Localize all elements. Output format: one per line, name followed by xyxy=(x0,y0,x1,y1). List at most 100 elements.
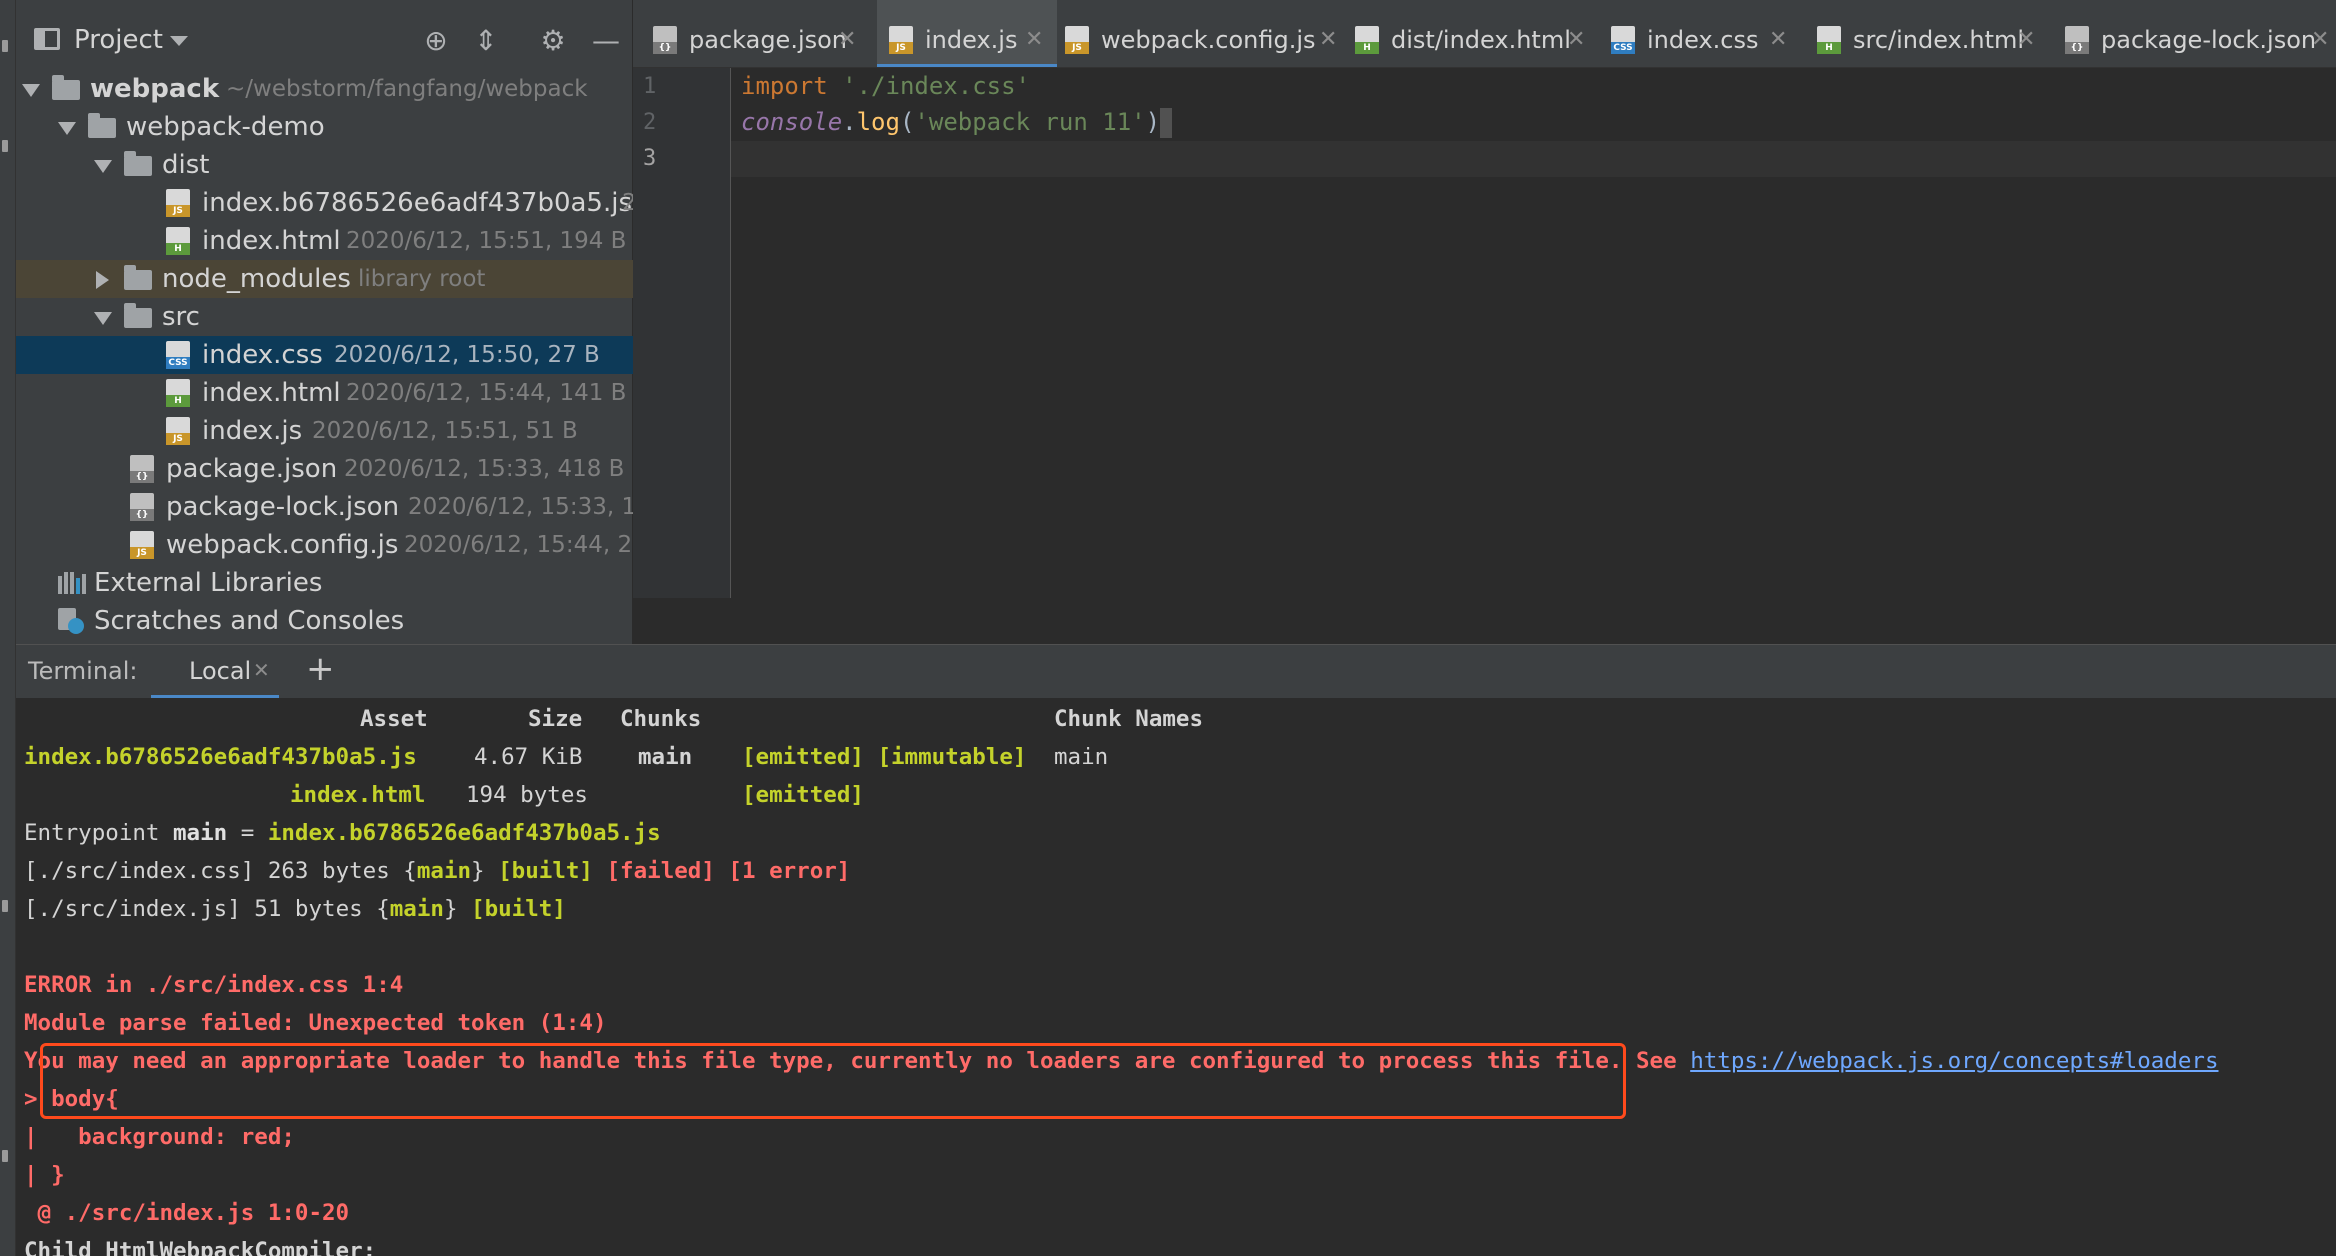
text: [built] xyxy=(498,858,593,884)
terminal-js-module-line: [./src/index.js] 51 bytes {main} [built] xyxy=(24,894,566,924)
tree-item-dist-index-html[interactable]: H index.html 2020/6/12, 15:51, 194 B xyxy=(16,222,633,260)
new-terminal-plus-icon[interactable]: + xyxy=(306,649,335,689)
expand-triangle-icon[interactable] xyxy=(94,160,112,173)
tree-item-path: ~/webstorm/fangfang/webpack xyxy=(226,76,588,102)
code-punctuation: ( xyxy=(899,108,915,136)
error-source-line: | background: red; xyxy=(24,1124,295,1150)
text: main xyxy=(389,896,444,922)
tab-label: webpack.config.js xyxy=(1101,26,1316,54)
hide-panel-icon[interactable]: — xyxy=(591,26,621,56)
project-tool-window-mark[interactable] xyxy=(2,40,8,52)
tab-src-index-html[interactable]: H src/index.html ✕ xyxy=(1817,0,2047,67)
highlight-annotation-box xyxy=(40,1043,1626,1119)
code-object: console xyxy=(741,108,843,136)
tree-item-meta: 2020/6/12, 15:50, 27 B xyxy=(334,342,600,368)
close-icon[interactable]: ✕ xyxy=(2311,0,2329,67)
tree-item-src-index-js[interactable]: JS index.js 2020/6/12, 15:51, 51 B xyxy=(16,412,633,450)
error-location: @ ./src/index.js 1:0-20 xyxy=(24,1200,350,1226)
folder-icon xyxy=(124,151,152,176)
close-icon[interactable]: ✕ xyxy=(1025,0,1043,67)
npm-tool-mark[interactable] xyxy=(2,1150,8,1162)
tree-item-meta: 2020/6/12, 15:44, 141 B xyxy=(346,380,627,406)
tree-item-label: webpack-demo xyxy=(126,112,325,142)
text: 51 bytes { xyxy=(240,896,390,922)
code-line-1[interactable]: import './index.css' xyxy=(741,72,1030,100)
tree-item-node-modules[interactable]: node_modules library root xyxy=(16,260,633,298)
asset-size: 194 bytes xyxy=(466,782,588,808)
text: main xyxy=(416,858,472,884)
editor-tab-bar: {} package.json ✕ JS index.js ✕ JS webpa… xyxy=(633,0,2336,68)
text: [./src/index.css] xyxy=(24,858,255,884)
tab-label: dist/index.html xyxy=(1391,26,1571,54)
close-icon[interactable]: ✕ xyxy=(253,658,270,682)
expand-triangle-icon[interactable] xyxy=(94,312,112,325)
tab-dist-index-html[interactable]: H dist/index.html ✕ xyxy=(1355,0,1595,67)
tree-item-label: index.html xyxy=(202,378,341,408)
tree-item-bundle-js[interactable]: JS index.b6786526e6adf437b0a5.js 2 xyxy=(16,184,633,222)
tree-item-meta: 2020/6/12, 15:51, 51 B xyxy=(312,418,578,444)
js-file-icon: JS xyxy=(889,26,913,54)
close-icon[interactable]: ✕ xyxy=(1567,0,1585,67)
code-editor[interactable]: 1 2 3 import './index.css' console.log('… xyxy=(633,68,2336,598)
text-caret xyxy=(1160,108,1173,138)
close-icon[interactable]: ✕ xyxy=(1319,0,1337,67)
tab-label: index.css xyxy=(1647,26,1759,54)
text: Entrypoint xyxy=(24,820,174,846)
chunk-name: main xyxy=(1054,744,1109,770)
tree-item-package-json[interactable]: {} package.json 2020/6/12, 15:33, 418 B xyxy=(16,450,633,488)
tab-package-json[interactable]: {} package.json ✕ xyxy=(633,0,868,67)
js-file-icon: JS xyxy=(166,417,190,445)
terminal-tab-local[interactable]: Local ✕ xyxy=(151,645,279,699)
terminal-title: Terminal: xyxy=(28,657,138,685)
close-icon[interactable]: ✕ xyxy=(1769,0,1787,67)
folder-icon xyxy=(124,265,152,290)
tab-label: src/index.html xyxy=(1853,26,2025,54)
favorites-tool-mark[interactable] xyxy=(2,900,8,912)
folder-icon xyxy=(124,303,152,328)
tree-item-scratches-and-consoles[interactable]: Scratches and Consoles xyxy=(16,602,633,640)
tree-item-src-index-html[interactable]: H index.html 2020/6/12, 15:44, 141 B xyxy=(16,374,633,412)
tab-package-lock-json[interactable]: {} package-lock.json ✕ xyxy=(2065,0,2336,67)
tree-item-src[interactable]: src xyxy=(16,298,633,336)
col-size: Size xyxy=(528,706,583,732)
expand-triangle-icon[interactable] xyxy=(22,84,40,97)
html-file-icon: H xyxy=(166,379,190,407)
webpack-loaders-link[interactable]: https://webpack.js.org/concepts#loaders xyxy=(1690,1048,2218,1074)
code-line-2[interactable]: console.log('webpack run 11') xyxy=(741,108,1173,138)
error-message: Module parse failed: Unexpected token (1… xyxy=(24,1010,607,1036)
close-icon[interactable]: ✕ xyxy=(2017,0,2035,67)
tab-webpack-config-js[interactable]: JS webpack.config.js ✕ xyxy=(1065,0,1345,67)
asset-name: index.b6786526e6adf437b0a5.js xyxy=(24,744,417,770)
text: } xyxy=(471,858,499,884)
close-icon[interactable]: ✕ xyxy=(838,0,856,67)
code-punctuation: ) xyxy=(1145,108,1161,136)
tree-item-webpack-demo[interactable]: webpack-demo xyxy=(16,108,633,146)
terminal-entrypoint-line: Entrypoint main = index.b6786526e6adf437… xyxy=(24,818,661,848)
tree-item-webpack-root[interactable]: webpack ~/webstorm/fangfang/webpack xyxy=(16,70,633,108)
tab-index-css[interactable]: CSS index.css ✕ xyxy=(1611,0,1801,67)
chevron-down-icon[interactable] xyxy=(170,36,188,46)
collapse-triangle-icon[interactable] xyxy=(96,271,109,289)
tree-item-src-index-css[interactable]: CSS index.css 2020/6/12, 15:50, 27 B xyxy=(16,336,633,374)
tree-item-external-libraries[interactable]: External Libraries xyxy=(16,564,633,602)
asset-chunk: main xyxy=(638,744,693,770)
tree-item-label: Scratches and Consoles xyxy=(94,606,405,636)
tree-item-dist[interactable]: dist xyxy=(16,146,633,184)
locate-file-icon[interactable]: ⊕ xyxy=(421,26,451,56)
tree-item-meta: 2 xyxy=(622,190,633,216)
js-file-icon: JS xyxy=(166,189,190,217)
tree-item-meta: 2020/6/12, 15:33, 418 B xyxy=(344,456,625,482)
tree-item-webpack-config-js[interactable]: JS webpack.config.js 2020/6/12, 15:44, 2… xyxy=(16,526,633,564)
tree-item-label: External Libraries xyxy=(94,568,323,598)
project-panel-title[interactable]: Project xyxy=(74,25,163,55)
collapse-all-icon[interactable]: ⇕ xyxy=(471,26,501,56)
text: } xyxy=(443,896,472,922)
tree-item-package-lock-json[interactable]: {} package-lock.json 2020/6/12, 15:33, 1… xyxy=(16,488,633,526)
line-number: 1 xyxy=(643,74,657,99)
structure-tool-mark[interactable] xyxy=(2,140,8,152)
gear-icon[interactable]: ⚙ xyxy=(538,26,568,56)
expand-triangle-icon[interactable] xyxy=(58,122,76,135)
terminal-output[interactable]: Asset Size Chunks Chunk Names index.b678652… xyxy=(16,698,2336,1256)
code-punctuation: . xyxy=(842,108,857,136)
tab-index-js[interactable]: JS index.js ✕ xyxy=(877,0,1057,67)
